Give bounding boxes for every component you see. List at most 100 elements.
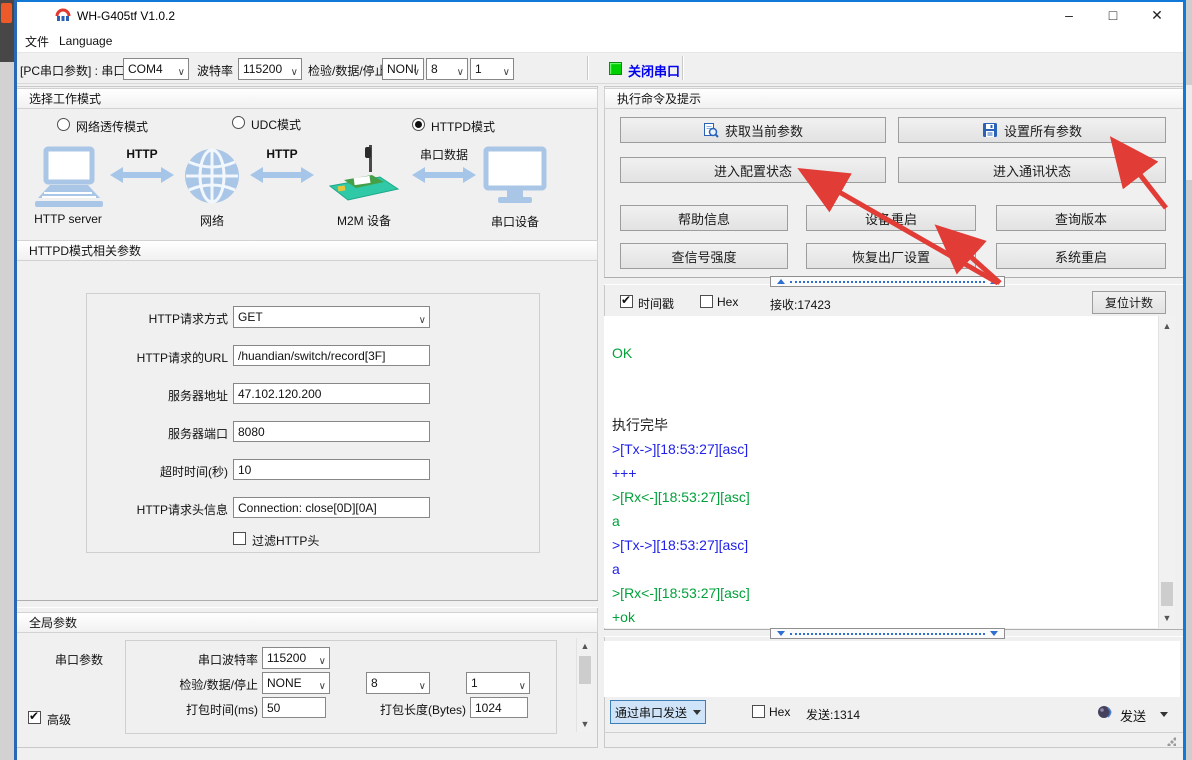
http-header-field[interactable] bbox=[233, 497, 430, 518]
pack-len-label: 打包长度(Bytes) bbox=[344, 701, 466, 718]
baud-value: 115200 bbox=[243, 62, 282, 76]
timestamp-label: 时间戳 bbox=[638, 295, 674, 312]
scroll-thumb[interactable] bbox=[579, 656, 591, 684]
titlebar bbox=[14, 0, 1186, 30]
splitter-handle-top[interactable] bbox=[770, 276, 1005, 287]
tx-hex-checkbox[interactable] bbox=[752, 705, 765, 718]
resize-grip[interactable] bbox=[1166, 736, 1176, 746]
http-url-field[interactable] bbox=[233, 345, 430, 366]
global-scrollbar[interactable]: ▲ ▼ bbox=[576, 638, 592, 732]
close-button[interactable]: ✕ bbox=[1135, 1, 1179, 29]
baud-label: 波特率 bbox=[197, 62, 233, 79]
set-params-label: 设置所有参数 bbox=[1004, 121, 1082, 140]
g-databits-value: 8 bbox=[371, 676, 378, 690]
signal-strength-button[interactable]: 查信号强度 bbox=[620, 243, 788, 269]
log-line: +++ bbox=[612, 461, 1150, 485]
timestamp-checkbox[interactable] bbox=[620, 295, 633, 308]
pack-len-field[interactable] bbox=[470, 697, 528, 718]
port-open-led-icon bbox=[609, 62, 622, 75]
com-port-select[interactable]: COM4 bbox=[123, 58, 189, 80]
http-method-select[interactable]: GET bbox=[233, 306, 430, 328]
baud-select[interactable]: 115200 bbox=[238, 58, 302, 80]
query-version-button[interactable]: 查询版本 bbox=[996, 205, 1166, 231]
get-params-button[interactable]: 获取当前参数 bbox=[620, 117, 886, 143]
arrow-http2-icon bbox=[250, 167, 314, 183]
scroll-up-icon[interactable]: ▲ bbox=[577, 638, 593, 654]
global-params-header: 全局参数 bbox=[16, 612, 598, 633]
scroll-down-icon[interactable]: ▼ bbox=[577, 716, 593, 732]
send-button[interactable]: 发送 bbox=[1120, 706, 1146, 725]
server-port-field[interactable] bbox=[233, 421, 430, 442]
radio-transparent-label: 网络透传模式 bbox=[76, 118, 148, 135]
log-line: 执行完毕 bbox=[612, 413, 1150, 437]
device-restart-button[interactable]: 设备重启 bbox=[806, 205, 976, 231]
menu-language[interactable]: Language bbox=[52, 30, 119, 52]
monitor-icon bbox=[483, 146, 547, 208]
send-dropdown-icon[interactable] bbox=[1160, 712, 1168, 717]
databits-select[interactable]: 8 bbox=[426, 58, 468, 80]
enter-comm-button[interactable]: 进入通讯状态 bbox=[898, 157, 1166, 183]
advanced-checkbox[interactable] bbox=[28, 711, 41, 724]
rx-hex-label: Hex bbox=[717, 295, 738, 309]
log-scroll-up-icon[interactable]: ▲ bbox=[1159, 318, 1175, 334]
factory-reset-button[interactable]: 恢复出厂设置 bbox=[806, 243, 976, 269]
log-scrollbar[interactable]: ▲ ▼ bbox=[1158, 316, 1175, 628]
tx-hex-label: Hex bbox=[769, 705, 790, 719]
log-scroll-down-icon[interactable]: ▼ bbox=[1159, 610, 1175, 626]
log-line: >[Rx<-][18:53:27][asc] bbox=[612, 581, 1150, 605]
get-params-label: 获取当前参数 bbox=[725, 121, 803, 140]
http-url-label: HTTP请求的URL bbox=[54, 349, 228, 366]
timeout-label: 超时时间(秒) bbox=[54, 463, 228, 480]
com-port-value: COM4 bbox=[128, 62, 163, 76]
log-line: >[Tx->][18:53:27][asc] bbox=[612, 437, 1150, 461]
collapse-down-icon2 bbox=[990, 631, 998, 636]
window-border-right bbox=[1183, 0, 1186, 760]
menu-file[interactable]: 文件 bbox=[18, 30, 56, 52]
parity-label: 检验/数据/停止 bbox=[308, 62, 387, 79]
radio-udc-mode[interactable] bbox=[232, 116, 245, 129]
timeout-field[interactable] bbox=[233, 459, 430, 480]
parity-select[interactable]: NONI bbox=[382, 58, 424, 80]
window-border-top bbox=[14, 0, 1186, 2]
filter-http-checkbox[interactable] bbox=[233, 532, 246, 545]
log-scroll-thumb[interactable] bbox=[1161, 582, 1173, 606]
log-line bbox=[612, 389, 1150, 413]
app-window: WH-G405tf V1.0.2 – □ ✕ 文件 Language [PC串口… bbox=[14, 0, 1186, 760]
radio-httpd-label: HTTPD模式 bbox=[431, 118, 495, 135]
send-mode-button[interactable]: 通过串口发送 bbox=[610, 700, 706, 724]
splitter-handle-bottom[interactable] bbox=[770, 628, 1005, 639]
log-line: OK bbox=[612, 341, 1150, 365]
g-databits-select[interactable]: 8 bbox=[366, 672, 430, 694]
log-output[interactable]: OK 执行完毕 >[Tx->][18:53:27][asc] +++ >[Rx<… bbox=[604, 316, 1158, 628]
stopbits-select[interactable]: 1 bbox=[470, 58, 514, 80]
minimize-button[interactable]: – bbox=[1047, 1, 1091, 29]
radio-httpd-mode[interactable] bbox=[412, 118, 425, 131]
pack-time-label: 打包时间(ms) bbox=[144, 701, 258, 718]
close-port-button[interactable]: 关闭串口 bbox=[628, 61, 680, 80]
send-input-area[interactable] bbox=[604, 641, 1180, 697]
log-line bbox=[612, 365, 1150, 389]
work-mode-header: 选择工作模式 bbox=[16, 88, 598, 109]
node4-label: 串口设备 bbox=[475, 213, 555, 230]
radio-transparent-mode[interactable] bbox=[57, 118, 70, 131]
system-restart-button[interactable]: 系统重启 bbox=[996, 243, 1166, 269]
g-baud-select[interactable]: 115200 bbox=[262, 647, 330, 669]
help-button[interactable]: 帮助信息 bbox=[620, 205, 788, 231]
rx-hex-checkbox[interactable] bbox=[700, 295, 713, 308]
left-splitter[interactable] bbox=[16, 600, 598, 608]
g-parity-label: 检验/数据/停止 bbox=[134, 676, 258, 693]
reset-count-button[interactable]: 复位计数 bbox=[1092, 291, 1166, 314]
toolbar-separator2 bbox=[682, 56, 684, 80]
enter-config-button[interactable]: 进入配置状态 bbox=[620, 157, 886, 183]
parity-value: NONI bbox=[387, 62, 417, 76]
set-params-button[interactable]: 设置所有参数 bbox=[898, 117, 1166, 143]
pack-time-field[interactable] bbox=[262, 697, 326, 718]
http-method-value: GET bbox=[238, 310, 263, 324]
link3-label: 串口数据 bbox=[412, 146, 476, 163]
maximize-button[interactable]: □ bbox=[1091, 1, 1135, 29]
received-count: 接收:17423 bbox=[770, 296, 831, 313]
send-icon bbox=[1097, 704, 1114, 721]
g-stopbits-select[interactable]: 1 bbox=[466, 672, 530, 694]
server-addr-field[interactable] bbox=[233, 383, 430, 404]
g-parity-select[interactable]: NONE bbox=[262, 672, 330, 694]
